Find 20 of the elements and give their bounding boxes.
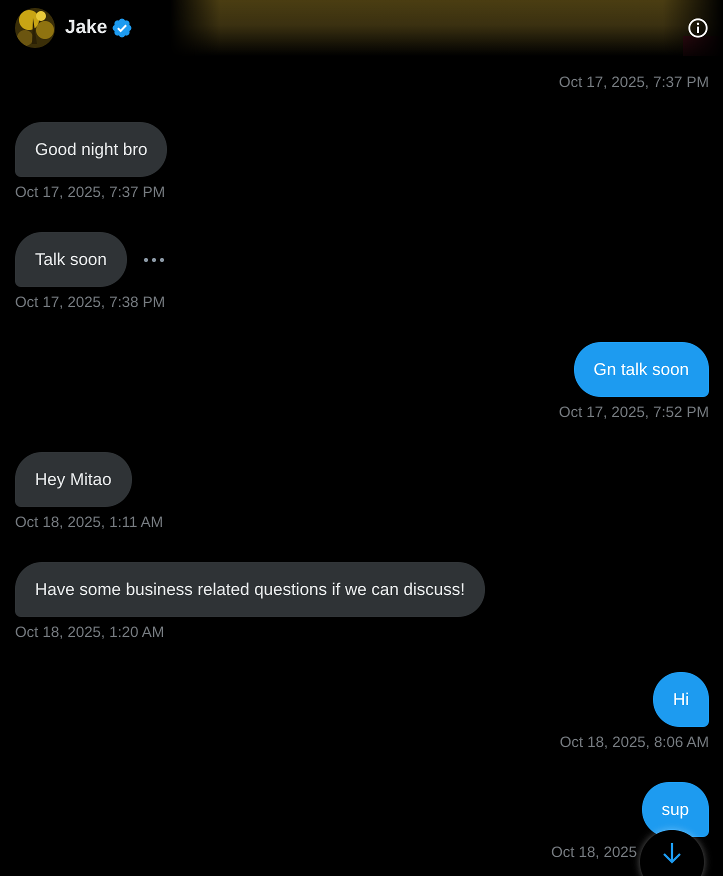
arrow-down-icon xyxy=(662,842,682,864)
timestamp: Oct 18, 2025, 1:11 AM xyxy=(15,514,164,531)
sent-message-bubble: Gn talk soon xyxy=(574,342,709,397)
contact-name: Jake xyxy=(65,17,108,39)
timestamp: Oct 17, 2025, 7:37 PM xyxy=(558,74,709,91)
scroll-down-button[interactable] xyxy=(640,830,704,876)
more-icon[interactable] xyxy=(142,256,165,262)
sent-message-bubble: Hi xyxy=(652,672,709,727)
received-message-bubble: Talk soon xyxy=(15,232,127,287)
received-message-bubble: Good night bro xyxy=(15,122,168,177)
sent-message-bubble: sup xyxy=(642,782,709,837)
info-icon[interactable] xyxy=(687,17,709,39)
received-message-bubble: Have some business related questions if we can discuss! xyxy=(15,562,485,617)
timestamp: Oct 17, 2025, 7:38 PM xyxy=(15,294,166,311)
timestamp: Oct 17, 2025, 7:37 PM xyxy=(15,184,166,201)
timestamp: Oct 17, 2025, 7:52 PM xyxy=(558,404,709,421)
received-message-bubble: Hey Mitao xyxy=(15,452,132,507)
timestamp: Oct 18, 2025 xyxy=(551,844,637,861)
timestamp: Oct 18, 2025, 8:06 AM xyxy=(560,734,709,751)
timestamp: Oct 18, 2025, 1:20 AM xyxy=(15,624,164,641)
